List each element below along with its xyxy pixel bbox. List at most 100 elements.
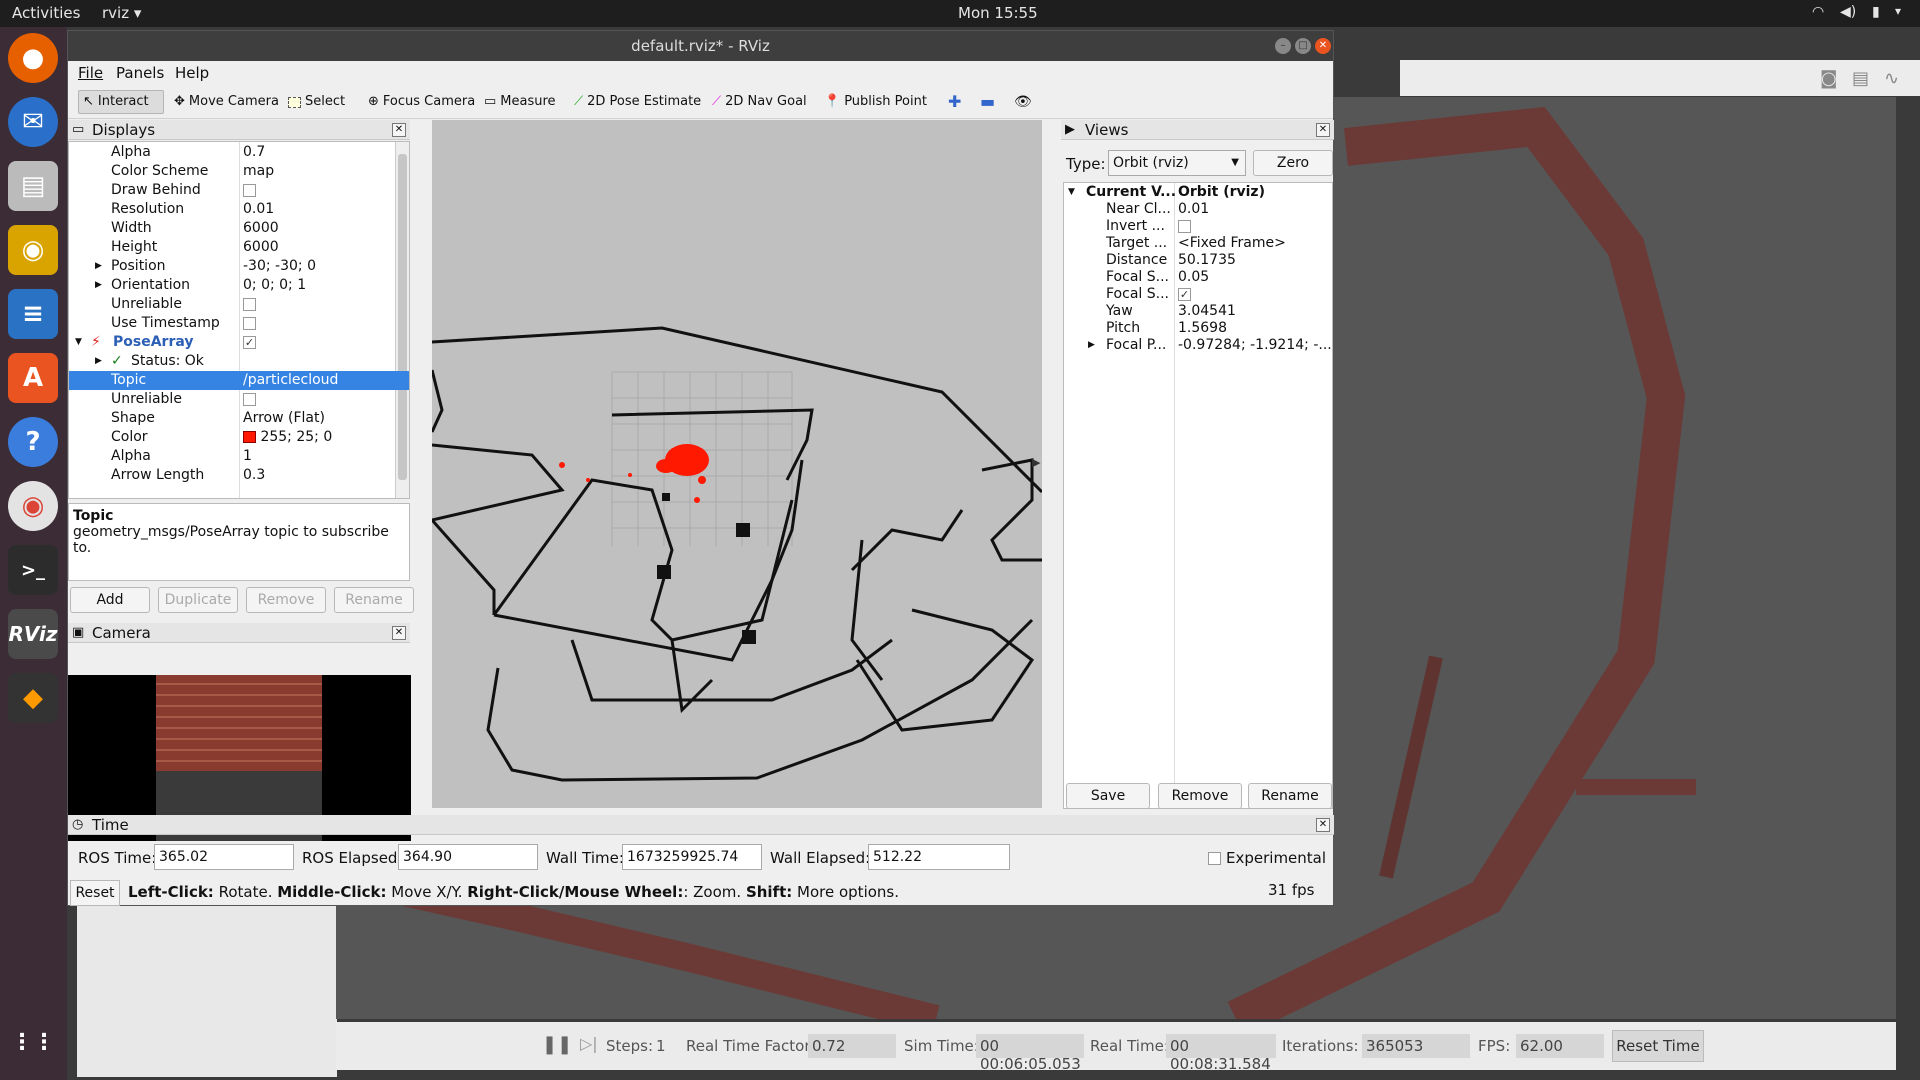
display-row[interactable]: Use Timestamp bbox=[69, 314, 409, 333]
duplicate-button[interactable]: Duplicate bbox=[158, 587, 238, 613]
terminal-icon[interactable]: >_ bbox=[8, 545, 58, 595]
display-row[interactable]: Color Scheme map bbox=[69, 162, 409, 181]
invert-checkbox[interactable] bbox=[1178, 219, 1191, 233]
status-row[interactable]: ▶ ✓ Status: Ok bbox=[69, 352, 409, 371]
add-button[interactable]: Add bbox=[70, 587, 150, 613]
add-tool-icon[interactable]: ✚ bbox=[944, 90, 965, 114]
display-row[interactable]: Alpha 1 bbox=[69, 447, 409, 466]
draw-behind-checkbox[interactable] bbox=[243, 183, 256, 197]
volume-icon[interactable]: ◀) bbox=[1840, 4, 1856, 20]
measure-tool[interactable]: ▭ Measure bbox=[480, 90, 560, 114]
help-icon[interactable]: ? bbox=[8, 417, 58, 467]
pose-estimate-tool[interactable]: ⟋ 2D Pose Estimate bbox=[570, 90, 705, 114]
network-icon[interactable]: ◠ bbox=[1812, 4, 1824, 20]
expand-icon[interactable]: ▶ bbox=[95, 276, 102, 295]
menu-file[interactable]: File bbox=[78, 64, 103, 82]
publish-point-tool[interactable]: 📍 Publish Point bbox=[820, 90, 931, 114]
rename-display-button[interactable]: Rename bbox=[334, 587, 414, 613]
display-row[interactable]: Resolution 0.01 bbox=[69, 200, 409, 219]
reset-button[interactable]: Reset bbox=[70, 880, 120, 906]
thunderbird-icon[interactable]: ✉ bbox=[8, 97, 58, 147]
step-icon[interactable]: ▷| bbox=[580, 1034, 598, 1053]
focal-shape-checkbox[interactable]: ✓ bbox=[1178, 287, 1191, 301]
rviz-icon[interactable]: RViz bbox=[8, 609, 58, 659]
expand-icon[interactable]: ▶ bbox=[95, 257, 102, 276]
remove-tool-icon[interactable]: ▬ bbox=[976, 90, 999, 114]
close-icon[interactable]: ✕ bbox=[1315, 38, 1331, 54]
move-camera-tool[interactable]: ✥ Move Camera bbox=[170, 90, 283, 114]
save-view-button[interactable]: Save bbox=[1066, 783, 1150, 809]
expand-icon[interactable]: ▶ bbox=[95, 352, 102, 371]
zero-button[interactable]: Zero bbox=[1253, 150, 1333, 176]
wall-time-field[interactable]: 1673259925.74 bbox=[622, 844, 762, 870]
posearray-row[interactable]: ▼ ⚡ PoseArray ✓ bbox=[69, 333, 409, 352]
display-row[interactable]: Arrow Length 0.3 bbox=[69, 466, 409, 485]
display-row[interactable]: Draw Behind bbox=[69, 181, 409, 200]
software-center-icon[interactable]: A bbox=[8, 353, 58, 403]
pause-icon[interactable]: ❚❚ bbox=[542, 1034, 572, 1055]
display-row[interactable]: ▶ Orientation 0; 0; 0; 1 bbox=[69, 276, 409, 295]
collapse-icon[interactable]: ▼ bbox=[75, 333, 82, 352]
displays-close-icon[interactable]: ✕ bbox=[392, 123, 406, 137]
render-view[interactable]: ◀ ▶ bbox=[432, 120, 1042, 808]
collapse-right-icon[interactable]: ▶ bbox=[1032, 456, 1040, 469]
move-camera-label: Move Camera bbox=[188, 94, 279, 109]
remove-view-button[interactable]: Remove bbox=[1158, 783, 1242, 809]
topic-row[interactable]: Topic/particlecloud bbox=[69, 371, 409, 390]
files-icon[interactable]: ▤ bbox=[8, 161, 58, 211]
display-row[interactable]: Width 6000 bbox=[69, 219, 409, 238]
display-row[interactable]: Alpha 0.7 bbox=[69, 143, 409, 162]
posearray-enabled-checkbox[interactable]: ✓ bbox=[243, 335, 256, 349]
time-close-icon[interactable]: ✕ bbox=[1316, 818, 1330, 832]
remove-display-button[interactable]: Remove bbox=[246, 587, 326, 613]
steps-value[interactable]: 1 bbox=[656, 1037, 666, 1055]
ros-elapsed-field[interactable]: 364.90 bbox=[398, 844, 538, 870]
views-tree[interactable]: ▼ Current V... Orbit (rviz) Near Cl... 0.01… bbox=[1063, 182, 1333, 809]
use-timestamp-checkbox[interactable] bbox=[243, 316, 256, 330]
interact-tool[interactable]: ↖ Interact bbox=[78, 90, 164, 114]
camera-close-icon[interactable]: ✕ bbox=[392, 626, 406, 640]
reset-time-button[interactable]: Reset Time bbox=[1612, 1030, 1704, 1062]
wall-elapsed-field[interactable]: 512.22 bbox=[868, 844, 1010, 870]
clock[interactable]: Mon 15:55 bbox=[958, 4, 1038, 22]
log-icon[interactable]: ▤ bbox=[1852, 68, 1869, 89]
views-close-icon[interactable]: ✕ bbox=[1316, 123, 1330, 137]
nav-goal-tool[interactable]: ⟋ 2D Nav Goal bbox=[708, 90, 811, 114]
unreliable-checkbox[interactable] bbox=[243, 297, 256, 311]
menu-panels[interactable]: Panels bbox=[116, 64, 164, 82]
display-row[interactable]: Color 255; 25; 0 bbox=[69, 428, 409, 447]
views-row[interactable]: ▶ Focal P... -0.97284; -1.9214; -... bbox=[1064, 336, 1332, 355]
writer-icon[interactable]: ≡ bbox=[8, 289, 58, 339]
display-row[interactable]: ▶ Position -30; -30; 0 bbox=[69, 257, 409, 276]
color-swatch[interactable] bbox=[243, 431, 256, 443]
display-row[interactable]: Shape Arrow (Flat) bbox=[69, 409, 409, 428]
minimize-icon[interactable]: – bbox=[1275, 38, 1291, 54]
system-menu-icon[interactable]: ▾ bbox=[1895, 4, 1901, 18]
camera-icon[interactable]: ◙ bbox=[1820, 68, 1837, 89]
experimental-checkbox[interactable] bbox=[1208, 852, 1221, 865]
app-menu[interactable]: rviz ▾ bbox=[102, 4, 141, 22]
display-row[interactable]: Unreliable bbox=[69, 390, 409, 409]
show-apps-icon[interactable]: ⋮⋮ bbox=[8, 1017, 58, 1067]
menu-help[interactable]: Help bbox=[175, 64, 209, 82]
maximize-icon[interactable]: □ bbox=[1295, 38, 1311, 54]
posearray-unreliable-checkbox[interactable] bbox=[243, 392, 256, 406]
rhythmbox-icon[interactable]: ◉ bbox=[8, 225, 58, 275]
firefox-icon[interactable]: ● bbox=[8, 33, 58, 83]
select-tool[interactable]: Select bbox=[284, 90, 349, 114]
ros-time-field[interactable]: 365.02 bbox=[154, 844, 294, 870]
chrome-icon[interactable]: ◉ bbox=[8, 481, 58, 531]
activities-button[interactable]: Activities bbox=[12, 4, 80, 22]
rename-view-button[interactable]: Rename bbox=[1248, 783, 1332, 809]
expand-icon[interactable]: ▶ bbox=[1088, 336, 1095, 355]
hint-mid-text: Move X/Y. bbox=[386, 883, 468, 901]
eye-icon[interactable]: 👁 bbox=[1010, 90, 1036, 114]
displays-tree[interactable]: Alpha 0.7 Color Scheme map Draw Behind Res… bbox=[68, 141, 410, 499]
focus-camera-tool[interactable]: ⊕ Focus Camera bbox=[364, 90, 479, 114]
battery-icon[interactable]: ▮ bbox=[1872, 4, 1880, 20]
type-select[interactable]: Orbit (rviz) ▼ bbox=[1108, 150, 1246, 176]
gazebo-icon[interactable]: ◆ bbox=[8, 673, 58, 723]
display-row[interactable]: Unreliable bbox=[69, 295, 409, 314]
display-row[interactable]: Height 6000 bbox=[69, 238, 409, 257]
plot-icon[interactable]: ∿ bbox=[1884, 68, 1899, 89]
